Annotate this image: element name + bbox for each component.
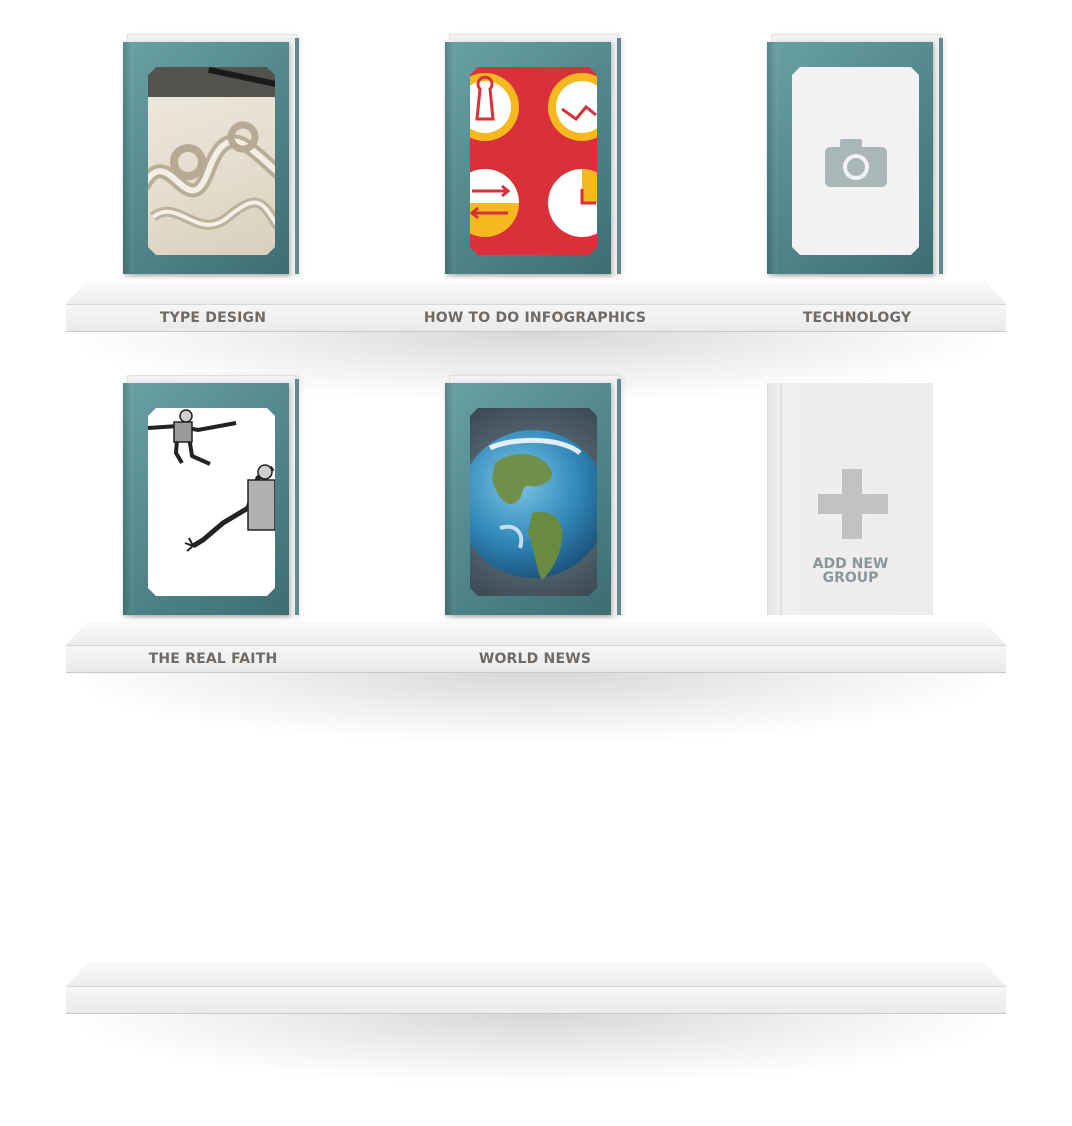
book-world-news[interactable] xyxy=(445,375,623,619)
earth-globe-image xyxy=(470,408,597,596)
shelf-shadow xyxy=(86,1012,986,1082)
shelf-front: TYPE DESIGN HOW TO DO INFOGRAPHICS TECHN… xyxy=(66,304,1006,332)
book-type-design[interactable] xyxy=(123,34,301,278)
shelf-top xyxy=(66,621,1006,645)
book-technology[interactable] xyxy=(767,34,945,278)
book-the-real-faith[interactable] xyxy=(123,375,301,619)
engraving-figures-image xyxy=(148,408,275,596)
book-cover xyxy=(123,383,289,615)
book-cover xyxy=(123,42,289,274)
add-new-group-button[interactable]: ADD NEW GROUP xyxy=(767,383,933,615)
add-new-group-label: ADD NEW GROUP xyxy=(768,557,933,585)
shelf-3 xyxy=(66,962,1006,1082)
add-new-line1: ADD NEW xyxy=(812,556,889,572)
shelf-1: TYPE DESIGN HOW TO DO INFOGRAPHICS TECHN… xyxy=(66,280,1006,400)
add-new-line2: GROUP xyxy=(822,570,879,586)
camera-placeholder-image xyxy=(792,67,919,255)
book-label[interactable]: TECHNOLOGY xyxy=(707,305,1007,332)
book-label[interactable]: TYPE DESIGN xyxy=(63,305,363,332)
shelf-2: THE REAL FAITH WORLD NEWS xyxy=(66,621,1006,741)
book-how-to-do-infographics[interactable] xyxy=(445,34,623,278)
shelf-front: THE REAL FAITH WORLD NEWS xyxy=(66,645,1006,673)
book-label[interactable]: THE REAL FAITH xyxy=(63,646,363,673)
book-cover xyxy=(445,42,611,274)
book-cover xyxy=(445,383,611,615)
shelf-front xyxy=(66,986,1006,1014)
book-label[interactable]: HOW TO DO INFOGRAPHICS xyxy=(385,305,685,332)
infographic-icons-image xyxy=(470,67,597,255)
camera-icon xyxy=(825,139,887,187)
shelf-top xyxy=(66,962,1006,986)
shelf-shadow xyxy=(86,671,986,741)
book-label[interactable]: WORLD NEWS xyxy=(385,646,685,673)
book-cover xyxy=(767,42,933,274)
shelf-top xyxy=(66,280,1006,304)
lettering-sketch-image xyxy=(148,67,275,255)
